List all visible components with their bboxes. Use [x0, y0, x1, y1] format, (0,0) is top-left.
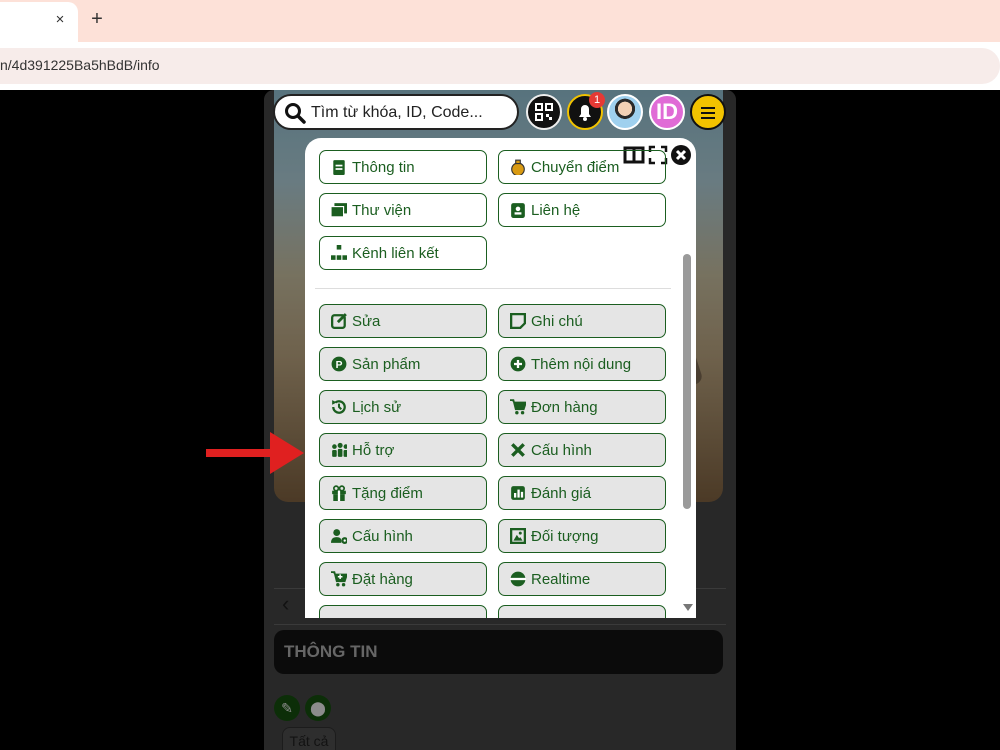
menu-item-label: Liên hệ: [531, 202, 581, 219]
menu-item[interactable]: Cấu hình: [319, 519, 487, 553]
search-placeholder: Tìm từ khóa, ID, Code...: [311, 104, 483, 121]
action-menu-modal: Thông tin Chuyển điểm Thư viện Liên hệ Kênh …: [305, 138, 696, 618]
menu-item-label: Ghi chú: [531, 313, 583, 330]
red-arrow-indicator: [206, 432, 304, 474]
menu-item[interactable]: Cấu hình: [498, 433, 666, 467]
realtime-icon: [510, 571, 526, 587]
address-bar[interactable]: n/4d391225Ba5hBdB/info: [0, 48, 1000, 84]
menu-item[interactable]: Kênh liên kết: [319, 236, 487, 270]
menu-item[interactable]: Thông tin: [319, 150, 487, 184]
notification-button[interactable]: 1: [567, 92, 605, 130]
browser-toolbar: n/4d391225Ba5hBdB/info: [0, 42, 1000, 90]
search-input[interactable]: Tìm từ khóa, ID, Code...: [273, 94, 519, 130]
image-box-icon: [510, 528, 526, 544]
tools-icon: [511, 443, 525, 457]
edit-icon: [331, 313, 347, 329]
close-tab-icon[interactable]: ×: [50, 10, 70, 30]
browser-tab[interactable]: ×: [0, 2, 78, 42]
menu-item-label: Đánh giá: [531, 485, 592, 502]
menu-item[interactable]: P Sản phẩm: [319, 347, 487, 381]
hamburger-icon: [701, 107, 715, 109]
scroll-down-icon[interactable]: [683, 604, 693, 612]
menu-item[interactable]: Thêm nội dung: [498, 347, 666, 381]
menu-item[interactable]: Ghi chú: [498, 304, 666, 338]
menu-separator: [315, 288, 671, 289]
gift-icon: [332, 485, 346, 501]
menu-item[interactable]: Thư viện: [319, 193, 487, 227]
menu-item[interactable]: Đối tượng: [498, 519, 666, 553]
contact-card-icon: [511, 203, 525, 218]
menu-item-label: Thư viện: [352, 202, 412, 219]
menu-item-partial[interactable]: [319, 605, 487, 618]
new-tab-button[interactable]: +: [86, 8, 108, 30]
menu-item-label: Lịch sử: [352, 399, 402, 416]
menu-item-label: Đối tượng: [531, 528, 599, 545]
product-icon: P: [331, 356, 347, 372]
menu-item-label: Đặt hàng: [352, 571, 413, 588]
menu-item[interactable]: Lịch sử: [319, 390, 487, 424]
menu-item-label: Hỗ trợ: [352, 442, 395, 459]
menu-item-label: Tặng điểm: [352, 485, 423, 502]
notification-badge: 1: [589, 92, 605, 108]
menu-item[interactable]: Đơn hàng: [498, 390, 666, 424]
menu-item-label: Sản phẩm: [352, 356, 421, 373]
plus-circle-icon: [510, 356, 526, 372]
menu-item[interactable]: Realtime: [498, 562, 666, 596]
cart-icon: [510, 399, 526, 415]
chart-icon: [511, 486, 525, 500]
menu-item-label: Thông tin: [352, 159, 415, 176]
images-icon: [331, 203, 347, 218]
money-bag-icon: [511, 159, 525, 175]
menu-item[interactable]: Chuyển điểm: [498, 150, 666, 184]
browser-tabstrip: × +: [0, 0, 1000, 42]
menu-item[interactable]: Hỗ trợ: [319, 433, 487, 467]
menu-item-label: Cấu hình: [352, 528, 413, 545]
qr-code-button[interactable]: [526, 94, 562, 130]
menu-item[interactable]: Đánh giá: [498, 476, 666, 510]
menu-item-label: Sửa: [352, 313, 381, 330]
menu-item-partial[interactable]: [498, 605, 666, 618]
id-button[interactable]: ID: [649, 94, 685, 130]
people-icon: [332, 442, 347, 457]
search-icon: [285, 103, 306, 124]
menu-item-label: Cấu hình: [531, 442, 592, 459]
menu-item[interactable]: Đặt hàng: [319, 562, 487, 596]
qr-icon: [535, 103, 553, 121]
menu-item[interactable]: Tặng điểm: [319, 476, 487, 510]
file-icon: [333, 160, 345, 175]
svg-text:P: P: [336, 360, 343, 371]
menu-item-label: Thêm nội dung: [531, 356, 632, 373]
menu-button[interactable]: [690, 94, 726, 130]
menu-item-label: Kênh liên kết: [352, 245, 439, 262]
avatar[interactable]: [607, 94, 643, 130]
url-text: n/4d391225Ba5hBdB/info: [0, 57, 160, 73]
menu-item[interactable]: Sửa: [319, 304, 487, 338]
scrollbar-thumb[interactable]: [683, 254, 691, 509]
menu-item-label: Đơn hàng: [531, 399, 598, 416]
menu-item-label: Chuyển điểm: [531, 159, 620, 176]
network-icon: [331, 245, 347, 260]
history-icon: [332, 400, 346, 414]
menu-item-label: Realtime: [531, 571, 591, 588]
cart-plus-icon: [331, 571, 347, 587]
note-icon: [510, 313, 526, 329]
user-gear-icon: [331, 529, 347, 544]
id-label: ID: [656, 99, 678, 124]
menu-item[interactable]: Liên hệ: [498, 193, 666, 227]
